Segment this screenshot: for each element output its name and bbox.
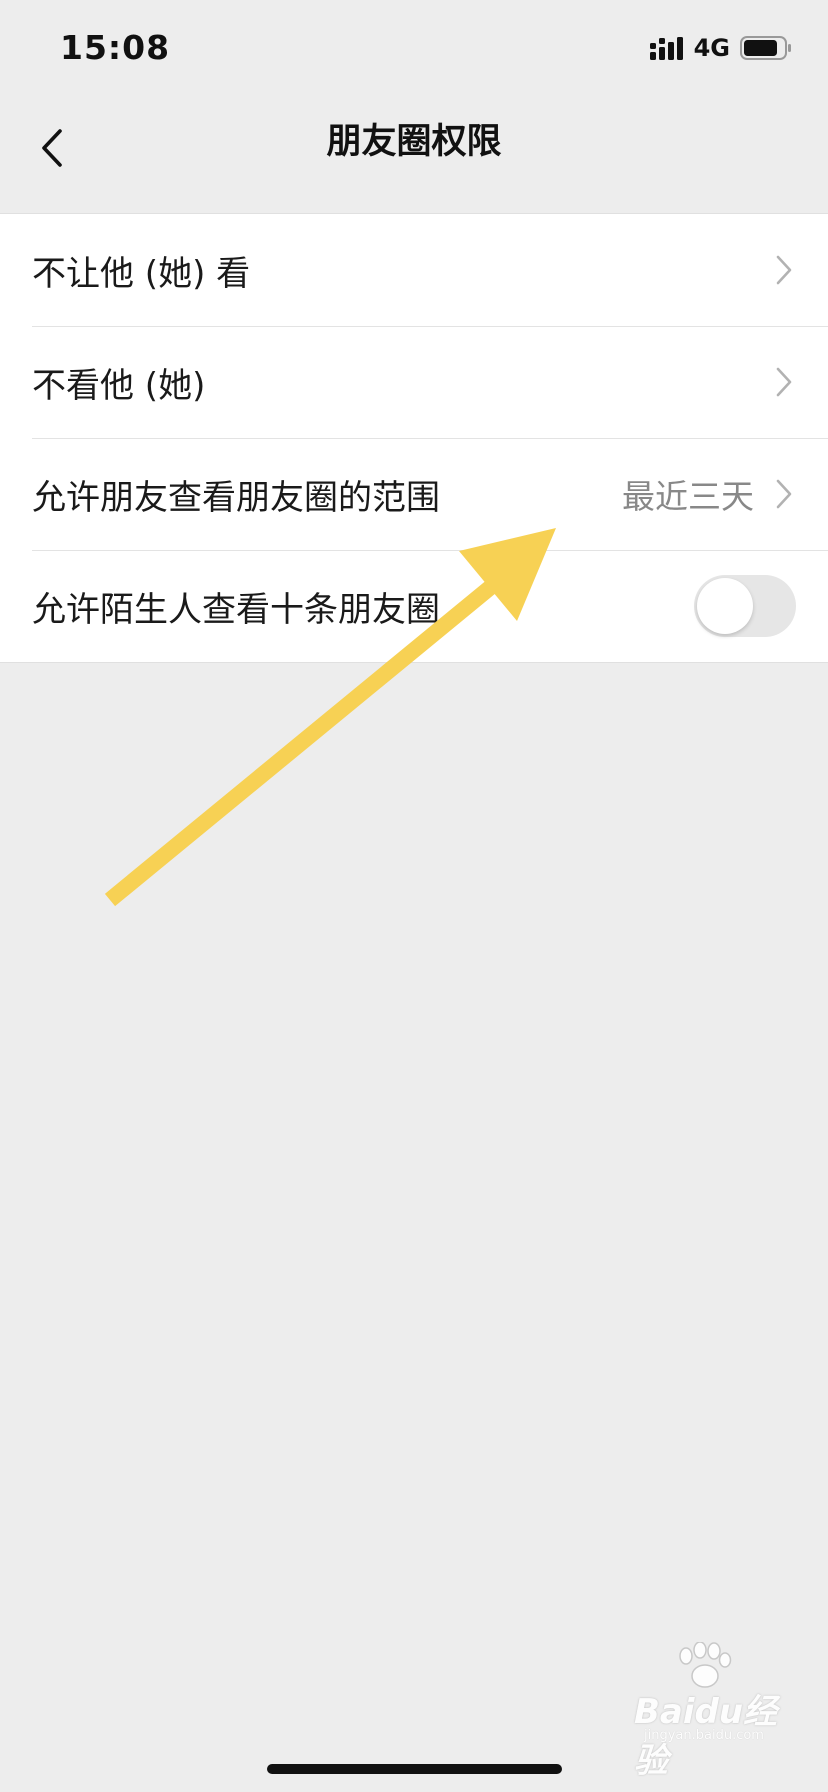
settings-row-label: 允许陌生人查看十条朋友圈 xyxy=(32,589,440,630)
chevron-right-icon xyxy=(772,476,796,512)
home-indicator xyxy=(267,1764,562,1774)
settings-row-hide-my-moments[interactable]: 不让他 (她) 看 xyxy=(0,214,828,326)
watermark: Baidu经验 jingyan.baidu.com xyxy=(624,1642,784,1781)
nav-bar: 朋友圈权限 xyxy=(0,100,828,212)
paw-icon xyxy=(679,1642,732,1688)
status-indicators: 4G xyxy=(649,34,792,62)
network-type-label: 4G xyxy=(693,34,730,62)
settings-row-label: 不看他 (她) xyxy=(32,365,206,406)
strangers-ten-posts-toggle[interactable] xyxy=(694,575,796,637)
settings-row-label: 允许朋友查看朋友圈的范围 xyxy=(32,477,440,518)
chevron-right-icon xyxy=(772,252,796,288)
battery-icon xyxy=(740,36,791,60)
settings-list: 不让他 (她) 看 不看他 (她) 允许朋友查看朋友圈的范围 最近三天 允许陌生… xyxy=(0,213,828,663)
toggle-knob xyxy=(697,578,753,634)
status-time: 15:08 xyxy=(60,28,171,67)
watermark-url: jingyan.baidu.com xyxy=(644,1728,764,1743)
settings-row-value: 最近三天 xyxy=(622,477,754,516)
status-bar: 15:08 4G xyxy=(0,0,828,100)
settings-row-strangers-ten-posts: 允许陌生人查看十条朋友圈 xyxy=(0,550,828,662)
signal-bars-icon xyxy=(649,37,683,60)
settings-row-label: 不让他 (她) 看 xyxy=(32,253,251,294)
settings-row-visible-range[interactable]: 允许朋友查看朋友圈的范围 最近三天 xyxy=(0,438,828,550)
settings-row-hide-their-moments[interactable]: 不看他 (她) xyxy=(0,326,828,438)
page-title: 朋友圈权限 xyxy=(326,122,502,162)
chevron-right-icon xyxy=(772,364,796,400)
